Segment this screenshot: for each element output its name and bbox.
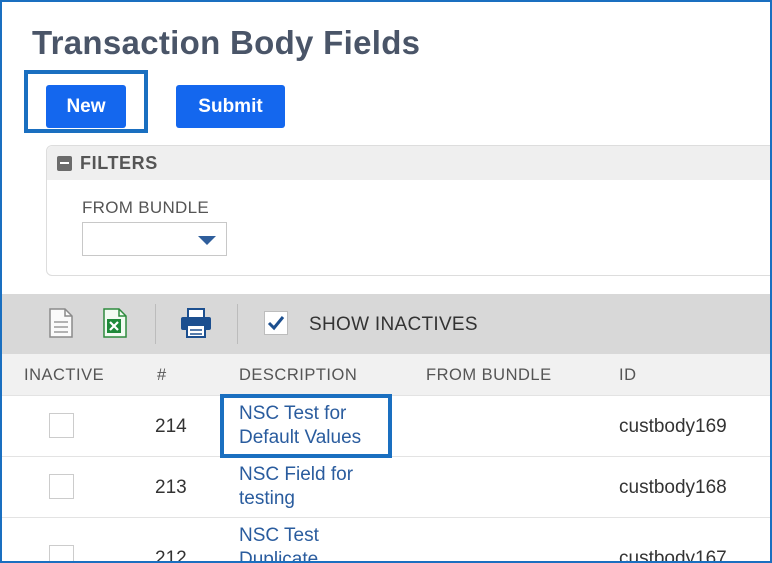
- row-number: 212: [155, 548, 187, 563]
- print-icon[interactable]: [180, 308, 212, 343]
- description-line: Duplicate: [239, 549, 319, 563]
- column-header-id[interactable]: ID: [619, 366, 637, 385]
- description-line: NSC Test: [239, 525, 319, 546]
- collapse-icon[interactable]: [57, 155, 72, 171]
- row-number: 213: [155, 477, 187, 498]
- table-row: 212 NSC Test Duplicate custbody167: [2, 517, 770, 563]
- new-button-highlight: [24, 70, 148, 133]
- row-id: custbody169: [619, 416, 727, 437]
- show-inactives-checkbox[interactable]: [264, 311, 288, 335]
- app-frame: Transaction Body Fields New Submit FILTE…: [0, 0, 772, 563]
- export-excel-icon[interactable]: [102, 308, 128, 343]
- chevron-down-icon: [198, 236, 216, 245]
- page-title: Transaction Body Fields: [32, 24, 421, 61]
- submit-button[interactable]: Submit: [176, 85, 285, 128]
- filters-header[interactable]: FILTERS: [47, 146, 770, 180]
- column-header-from-bundle[interactable]: FROM BUNDLE: [426, 366, 552, 385]
- inactive-checkbox[interactable]: [49, 545, 74, 561]
- inactive-checkbox[interactable]: [49, 413, 74, 438]
- column-header-description[interactable]: DESCRIPTION: [239, 366, 357, 385]
- row-number: 214: [155, 416, 187, 437]
- filters-panel: FILTERS FROM BUNDLE: [46, 145, 770, 276]
- row-description-link[interactable]: NSC Test Duplicate: [239, 524, 399, 563]
- table-row: 213 NSC Field for testing custbody168: [2, 456, 770, 518]
- description-line: NSC Field for: [239, 464, 354, 485]
- from-bundle-filter-label: FROM BUNDLE: [82, 198, 210, 217]
- row-id: custbody168: [619, 477, 727, 498]
- inactive-checkbox[interactable]: [49, 474, 74, 499]
- show-inactives-label[interactable]: SHOW INACTIVES: [309, 314, 478, 336]
- description-line: testing: [239, 488, 295, 509]
- description-highlight: [220, 394, 392, 458]
- filters-title: FILTERS: [80, 152, 158, 173]
- checkmark-icon: [267, 316, 285, 331]
- export-document-icon[interactable]: [48, 308, 74, 343]
- table-header: INACTIVE # DESCRIPTION FROM BUNDLE ID: [2, 354, 770, 395]
- row-description-link[interactable]: NSC Field for testing: [239, 463, 399, 511]
- row-id: custbody167: [619, 548, 727, 563]
- toolbar-separator: [237, 304, 238, 344]
- from-bundle-select[interactable]: [82, 222, 227, 256]
- toolbar-separator: [155, 304, 156, 344]
- column-header-number[interactable]: #: [157, 366, 167, 385]
- column-header-inactive[interactable]: INACTIVE: [24, 366, 104, 385]
- list-toolbar: SHOW INACTIVES: [2, 294, 770, 354]
